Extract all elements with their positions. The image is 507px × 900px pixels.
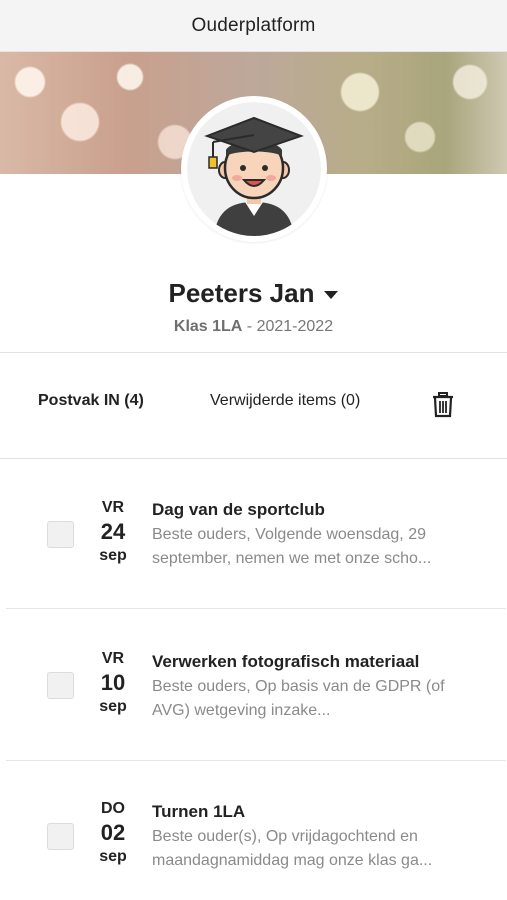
profile-name[interactable]: Peeters Jan: [169, 278, 315, 309]
message-date: VR 24 sep: [93, 498, 133, 566]
message-preview: Beste ouders, Op basis van de GDPR (of A…: [152, 678, 445, 719]
message-title: Verwerken fotografisch materiaal: [152, 652, 420, 671]
caret-down-icon[interactable]: [324, 290, 339, 299]
message-checkbox[interactable]: [47, 823, 74, 850]
date-month: sep: [99, 547, 127, 564]
trash-icon[interactable]: [432, 392, 454, 418]
message-content: Verwerken fotografisch materiaal Beste o…: [152, 651, 482, 723]
message-item[interactable]: VR 24 sep Dag van de sportclub Beste oud…: [0, 458, 507, 608]
message-title: Dag van de sportclub: [152, 500, 325, 519]
class-label: Klas 1LA: [173, 318, 243, 335]
school-year: 2021-2022: [256, 318, 334, 335]
date-day-number: 24: [100, 519, 126, 544]
class-separator: -: [242, 318, 257, 335]
message-checkbox[interactable]: [47, 521, 74, 548]
message-item[interactable]: DO 02 sep Turnen 1LA Beste ouder(s), Op …: [0, 762, 507, 900]
message-item[interactable]: VR 10 sep Verwerken fotografisch materia…: [0, 610, 507, 760]
divider: [0, 352, 507, 353]
message-content: Dag van de sportclub Beste ouders, Volge…: [152, 499, 482, 571]
class-info: Klas 1LA - 2021-2022: [0, 318, 507, 336]
profile-selector[interactable]: Peeters Jan: [0, 278, 507, 309]
message-preview: Beste ouder(s), Op vrijdagochtend en maa…: [152, 828, 433, 869]
divider: [6, 760, 506, 761]
graduate-avatar-icon[interactable]: [181, 96, 327, 242]
message-content: Turnen 1LA Beste ouder(s), Op vrijdagoch…: [152, 801, 482, 873]
tab-deleted-items[interactable]: Verwijderde items (0): [210, 392, 360, 410]
divider: [6, 608, 506, 609]
date-weekday: DO: [101, 800, 125, 817]
app-title: Ouderplatform: [191, 14, 316, 36]
date-day-number: 10: [100, 670, 126, 695]
message-date: DO 02 sep: [93, 799, 133, 867]
mailbox-tabs: Postvak IN (4) Verwijderde items (0): [0, 354, 507, 458]
top-bar: Ouderplatform: [0, 0, 507, 52]
message-date: VR 10 sep: [93, 649, 133, 717]
message-title: Turnen 1LA: [152, 802, 246, 821]
date-weekday: VR: [101, 499, 125, 516]
message-preview: Beste ouders, Volgende woensdag, 29 sept…: [152, 526, 432, 567]
date-month: sep: [99, 848, 127, 865]
date-day-number: 02: [100, 820, 126, 845]
date-weekday: VR: [101, 650, 125, 667]
date-month: sep: [99, 698, 127, 715]
tab-inbox[interactable]: Postvak IN (4): [38, 392, 144, 410]
message-checkbox[interactable]: [47, 672, 74, 699]
